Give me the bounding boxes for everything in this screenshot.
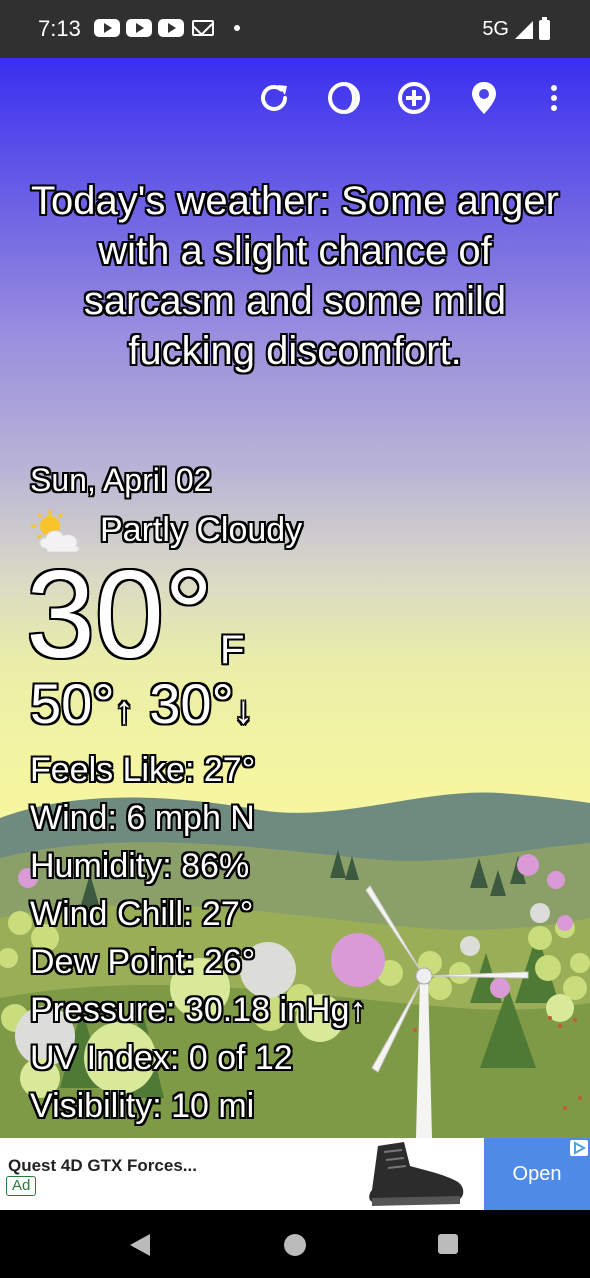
detail-humidity: Humidity: 86% [30, 847, 250, 885]
notification-icons [94, 19, 240, 37]
detail-dew-point: Dew Point: 26° [30, 943, 256, 981]
network-label: 5G [482, 18, 509, 40]
shoe-image[interactable] [364, 1140, 468, 1208]
temperature-unit: F [220, 628, 245, 672]
condition-label: Partly Cloudy [100, 510, 303, 549]
back-icon[interactable] [130, 1234, 150, 1256]
detail-visibility: Visibility: 10 mi [30, 1087, 255, 1125]
youtube-icon [158, 19, 184, 37]
detail-wind: Wind: 6 mph N [30, 799, 255, 837]
detail-feels-like: Feels Like: 27° [30, 751, 256, 789]
signal-icon [515, 20, 533, 39]
location-pin-icon[interactable] [466, 80, 502, 116]
current-temperature: 30° [26, 546, 214, 684]
forecast-date: Sun, April 02 [30, 462, 212, 498]
down-arrow-icon: ↓ [233, 690, 253, 732]
detail-uv-index: UV Index: 0 of 12 [30, 1039, 293, 1077]
refresh-icon[interactable] [256, 80, 292, 116]
status-time: 7:13 [38, 16, 81, 41]
recents-icon[interactable] [438, 1234, 458, 1254]
weather-screen: Today's weather: Some anger with a sligh… [0, 58, 590, 1138]
high-low: 50°↑ 30°↓ [30, 672, 253, 743]
add-location-icon[interactable] [396, 80, 432, 116]
more-vert-icon[interactable] [536, 80, 572, 116]
navigation-bar [0, 1210, 590, 1278]
high-temp: 50° [30, 672, 115, 735]
toolbar [256, 80, 572, 116]
up-arrow-icon: ↑ [114, 690, 134, 732]
battery-icon [539, 16, 550, 40]
weather-quote: Today's weather: Some anger with a sligh… [31, 179, 559, 373]
detail-pressure: Pressure: 30.18 inHg↑ [30, 991, 367, 1029]
low-temp: 30° [149, 672, 234, 735]
dot-icon [234, 25, 240, 31]
ad-banner[interactable]: Quest 4D GTX Forces... Ad Open [0, 1138, 590, 1210]
ad-badge: Ad [6, 1176, 37, 1196]
gmail-icon [192, 20, 214, 36]
theme-icon[interactable] [326, 80, 362, 116]
status-bar: 7:13 5G [0, 0, 590, 58]
home-icon[interactable] [284, 1234, 306, 1256]
youtube-icon [126, 19, 152, 37]
weather-details: Feels Like: 27° Wind: 6 mph N Humidity: … [30, 746, 366, 1130]
detail-wind-chill: Wind Chill: 27° [30, 895, 254, 933]
ad-choices-icon[interactable] [570, 1140, 588, 1156]
ad-title[interactable]: Quest 4D GTX Forces... [8, 1156, 197, 1176]
system-icons: 5G [482, 16, 550, 41]
youtube-icon [94, 19, 120, 37]
